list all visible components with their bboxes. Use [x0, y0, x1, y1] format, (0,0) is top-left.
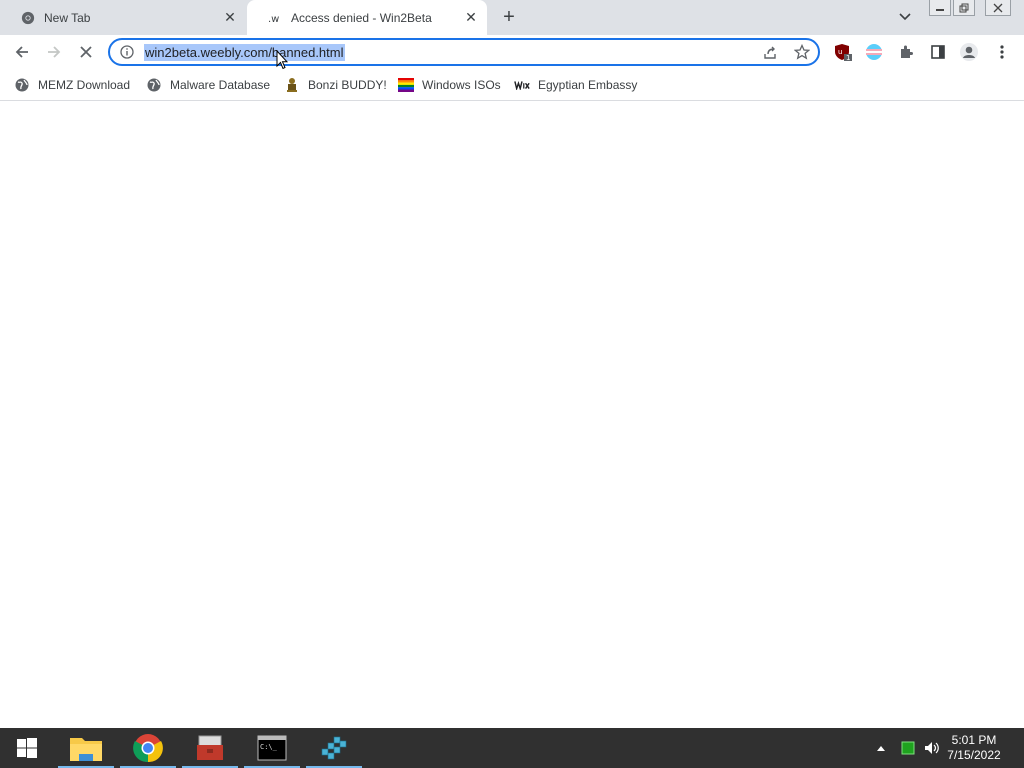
chrome-icon — [133, 734, 163, 763]
share-icon[interactable] — [762, 45, 778, 66]
bookmark-memz-download[interactable]: MEMZ Download — [14, 76, 130, 94]
new-tab-button[interactable]: + — [498, 6, 520, 28]
page-content — [0, 102, 1024, 728]
tab-title: New Tab — [44, 10, 91, 25]
tab-access-denied[interactable]: .w Access denied - Win2Beta ✕ — [247, 0, 487, 35]
url-text[interactable]: win2beta.weebly.com/banned.html — [144, 43, 345, 61]
rainbow-flag-icon — [398, 77, 414, 93]
bookmark-star-icon[interactable] — [793, 43, 811, 65]
start-button[interactable] — [0, 728, 54, 768]
toolbox-icon — [197, 735, 223, 760]
taskbar-file-explorer[interactable] — [56, 728, 116, 768]
taskbar: C:\_ 5:01 PM 7/15/2022 — [0, 728, 1024, 768]
globe-icon — [14, 77, 30, 93]
mouse-cursor-icon — [276, 49, 289, 70]
menu-kebab-icon[interactable] — [992, 42, 1012, 62]
forward-button[interactable] — [42, 40, 66, 64]
bookmark-label: Windows ISOs — [422, 78, 501, 92]
bookmark-malware-database[interactable]: Malware Database — [146, 76, 270, 94]
bookmark-label: Malware Database — [170, 78, 271, 92]
windows-logo-icon — [17, 738, 37, 758]
volume-icon[interactable] — [922, 728, 942, 768]
show-hidden-icons-button[interactable] — [874, 728, 888, 768]
profile-avatar-icon[interactable] — [959, 42, 979, 62]
battery-tray-icon[interactable] — [898, 728, 918, 768]
chrome-icon — [20, 10, 36, 26]
restore-button[interactable] — [953, 0, 975, 16]
extensions-puzzle-icon[interactable] — [896, 42, 916, 62]
clock-date: 7/15/2022 — [947, 748, 1001, 762]
back-button[interactable] — [10, 40, 34, 64]
flag-extension-icon[interactable] — [864, 42, 884, 62]
close-window-button[interactable] — [985, 0, 1011, 16]
svg-text:C:\_: C:\_ — [260, 743, 278, 751]
bookmark-label: Egyptian Embassy — [538, 78, 638, 92]
bookmark-windows-isos[interactable]: Windows ISOs — [398, 76, 501, 94]
site-info-icon[interactable] — [120, 45, 134, 59]
address-bar[interactable]: win2beta.weebly.com/banned.html — [108, 38, 820, 66]
taskbar-regedit[interactable] — [304, 728, 364, 768]
bookmark-label: MEMZ Download — [38, 78, 131, 92]
tab-new-tab[interactable]: New Tab ✕ — [0, 0, 246, 35]
bookmark-bonzi-buddy[interactable]: Bonzi BUDDY! — [284, 76, 387, 94]
browser-toolbar: win2beta.weebly.com/banned.html u1 — [0, 35, 1024, 69]
chevron-up-icon — [877, 746, 885, 751]
chevron-down-icon[interactable] — [895, 8, 915, 26]
taskbar-toolbox-app[interactable] — [180, 728, 240, 768]
svg-text:.w: .w — [268, 14, 279, 23]
minimize-button[interactable] — [929, 0, 951, 16]
taskbar-command-prompt[interactable]: C:\_ — [242, 728, 302, 768]
clock-time: 5:01 PM — [951, 733, 997, 747]
side-panel-icon[interactable] — [928, 42, 948, 62]
ublock-origin-icon[interactable]: u1 — [833, 42, 853, 62]
taskbar-chrome[interactable] — [118, 728, 178, 768]
registry-icon — [321, 736, 347, 760]
stop-loading-button[interactable] — [74, 40, 98, 64]
close-tab-icon[interactable]: ✕ — [461, 8, 481, 28]
svg-text:u: u — [838, 48, 842, 56]
globe-icon — [146, 77, 162, 93]
extension-badge: 1 — [846, 54, 850, 61]
tab-strip: New Tab ✕ .w Access denied - Win2Beta ✕ … — [0, 0, 1024, 35]
tab-title: Access denied - Win2Beta — [291, 10, 432, 25]
terminal-icon: C:\_ — [257, 735, 287, 761]
bonzi-icon — [284, 77, 300, 93]
close-tab-icon[interactable]: ✕ — [220, 8, 240, 28]
bookmarks-bar: MEMZ Download Malware Database Bonzi BUD… — [0, 69, 1024, 101]
weebly-icon: .w — [267, 10, 283, 26]
system-clock[interactable]: 5:01 PM 7/15/2022 — [944, 733, 1004, 763]
wix-icon — [514, 77, 530, 93]
folder-icon — [70, 738, 102, 761]
bookmark-label: Bonzi BUDDY! — [308, 78, 387, 92]
bookmark-egyptian-embassy[interactable]: Egyptian Embassy — [514, 76, 637, 94]
